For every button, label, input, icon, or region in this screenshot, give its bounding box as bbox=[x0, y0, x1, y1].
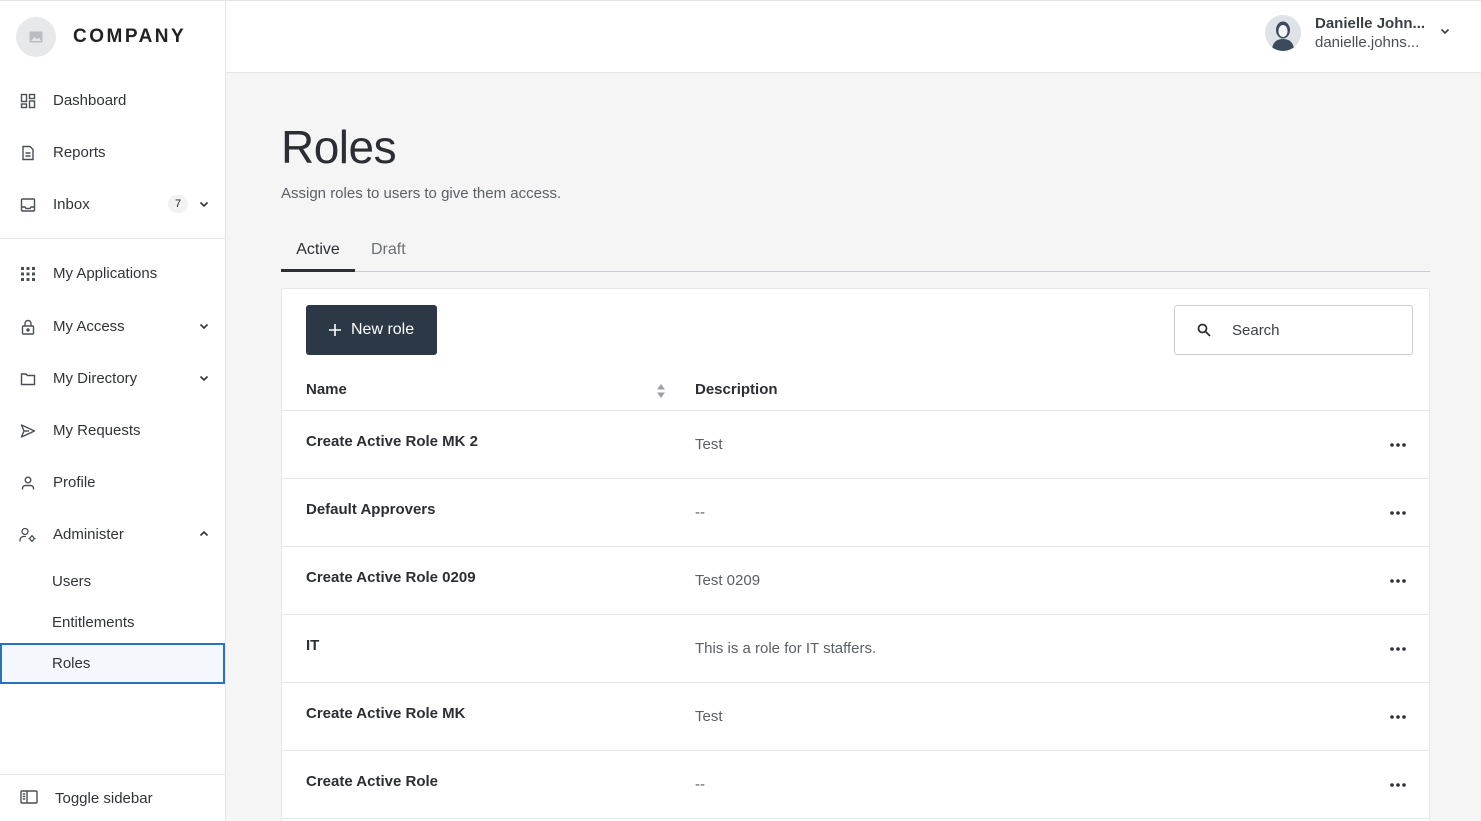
user-name: Danielle John... bbox=[1315, 15, 1426, 32]
tab-bar: Active Draft bbox=[281, 232, 1430, 272]
sidebar-item-label: My Requests bbox=[53, 421, 141, 439]
table-row[interactable]: Create Active Role -- bbox=[282, 751, 1429, 819]
sidebar-item-profile[interactable]: Profile bbox=[0, 462, 225, 502]
chevron-down-icon[interactable] bbox=[197, 319, 211, 333]
sidebar-item-my-requests[interactable]: My Requests bbox=[0, 410, 225, 450]
sidebar-subitem-label: Entitlements bbox=[52, 614, 135, 631]
sidebar-panel-icon bbox=[20, 790, 38, 809]
sidebar-divider bbox=[0, 238, 225, 239]
sidebar-subitem-users[interactable]: Users bbox=[0, 561, 225, 602]
table-row[interactable]: Create Active Role MK Test bbox=[282, 683, 1429, 751]
apps-grid-icon bbox=[19, 265, 37, 283]
roles-table-card: New role Search Name Description Create … bbox=[281, 288, 1430, 821]
document-icon bbox=[19, 144, 37, 162]
sidebar-item-inbox[interactable]: Inbox 7 bbox=[0, 184, 225, 224]
search-placeholder: Search bbox=[1232, 321, 1280, 339]
company-logo-icon bbox=[16, 17, 56, 57]
avatar bbox=[1265, 15, 1301, 51]
more-actions-icon[interactable] bbox=[1382, 774, 1414, 796]
sidebar-subitem-label: Users bbox=[52, 573, 92, 590]
send-icon bbox=[19, 422, 37, 440]
role-description: -- bbox=[695, 504, 705, 521]
sidebar-item-my-directory[interactable]: My Directory bbox=[0, 358, 225, 398]
toggle-sidebar-button[interactable]: Toggle sidebar bbox=[0, 774, 225, 821]
sidebar-item-my-access[interactable]: My Access bbox=[0, 306, 225, 346]
user-settings-icon bbox=[19, 526, 37, 544]
inbox-icon bbox=[19, 196, 37, 214]
sidebar-item-administer[interactable]: Administer bbox=[0, 514, 225, 554]
user-email: danielle.johns... bbox=[1315, 34, 1420, 51]
column-header-name[interactable]: Name bbox=[306, 381, 347, 398]
role-name: IT bbox=[306, 637, 320, 654]
sidebar-item-reports[interactable]: Reports bbox=[0, 132, 225, 172]
plus-icon bbox=[329, 320, 341, 340]
toggle-sidebar-label: Toggle sidebar bbox=[55, 789, 153, 807]
sidebar: COMPANY Dashboard Reports Inbox 7 My App… bbox=[0, 0, 226, 821]
brand: COMPANY bbox=[0, 1, 225, 73]
sidebar-item-label: Inbox bbox=[53, 195, 90, 213]
dashboard-icon bbox=[19, 92, 37, 110]
role-name: Create Active Role MK 2 bbox=[306, 433, 479, 450]
top-bar: Danielle John... danielle.johns... bbox=[226, 0, 1481, 73]
sidebar-subitem-label: Roles bbox=[52, 655, 91, 672]
sidebar-subitem-entitlements[interactable]: Entitlements bbox=[0, 602, 225, 643]
more-actions-icon[interactable] bbox=[1382, 706, 1414, 728]
role-name: Create Active Role MK bbox=[306, 705, 466, 722]
page-title: Roles bbox=[281, 121, 397, 173]
tab-active[interactable]: Active bbox=[281, 232, 355, 272]
sidebar-item-label: Administer bbox=[53, 525, 124, 543]
sidebar-item-my-applications[interactable]: My Applications bbox=[0, 253, 225, 293]
chevron-down-icon[interactable] bbox=[1439, 24, 1451, 42]
role-description: Test 0209 bbox=[695, 572, 761, 589]
search-icon bbox=[1197, 323, 1211, 342]
role-name: Create Active Role bbox=[306, 773, 438, 790]
lock-icon bbox=[19, 318, 37, 336]
user-info: Danielle John... danielle.johns... bbox=[1315, 15, 1427, 51]
folder-icon bbox=[19, 370, 37, 388]
search-input[interactable]: Search bbox=[1174, 305, 1413, 355]
chevron-down-icon[interactable] bbox=[197, 197, 211, 211]
page-subtitle: Assign roles to users to give them acces… bbox=[281, 185, 562, 202]
more-actions-icon[interactable] bbox=[1382, 434, 1414, 456]
table-row[interactable]: Create Active Role 0209 Test 0209 bbox=[282, 547, 1429, 615]
sidebar-item-dashboard[interactable]: Dashboard bbox=[0, 80, 225, 120]
sidebar-item-label: Reports bbox=[53, 143, 106, 161]
sidebar-item-label: My Access bbox=[53, 317, 125, 335]
sidebar-subitem-roles[interactable]: Roles bbox=[0, 643, 225, 684]
sidebar-item-label: My Applications bbox=[53, 264, 158, 282]
chevron-up-icon[interactable] bbox=[197, 527, 211, 541]
inbox-count-badge: 7 bbox=[168, 195, 188, 213]
table-row[interactable]: Default Approvers -- bbox=[282, 479, 1429, 547]
more-actions-icon[interactable] bbox=[1382, 502, 1414, 524]
role-description: -- bbox=[695, 776, 705, 793]
role-name: Create Active Role 0209 bbox=[306, 569, 476, 586]
tab-draft[interactable]: Draft bbox=[371, 232, 406, 272]
role-name: Default Approvers bbox=[306, 501, 436, 518]
table-row[interactable]: Create Active Role MK 2 Test bbox=[282, 411, 1429, 479]
sidebar-item-label: Profile bbox=[53, 473, 96, 491]
more-actions-icon[interactable] bbox=[1382, 638, 1414, 660]
user-menu[interactable]: Danielle John... danielle.johns... bbox=[1265, 15, 1451, 51]
column-header-description: Description bbox=[695, 381, 778, 398]
new-role-label: New role bbox=[351, 321, 415, 338]
table-row[interactable]: IT This is a role for IT staffers. bbox=[282, 615, 1429, 683]
role-description: Test bbox=[695, 708, 723, 725]
sort-icon[interactable] bbox=[655, 383, 667, 399]
person-icon bbox=[19, 474, 37, 492]
role-description: This is a role for IT staffers. bbox=[695, 640, 877, 657]
more-actions-icon[interactable] bbox=[1382, 570, 1414, 592]
role-description: Test bbox=[695, 436, 723, 453]
new-role-button[interactable]: New role bbox=[306, 305, 437, 355]
chevron-down-icon[interactable] bbox=[197, 371, 211, 385]
sidebar-item-label: Dashboard bbox=[53, 91, 127, 109]
brand-name: COMPANY bbox=[73, 26, 187, 47]
sidebar-item-label: My Directory bbox=[53, 369, 138, 387]
